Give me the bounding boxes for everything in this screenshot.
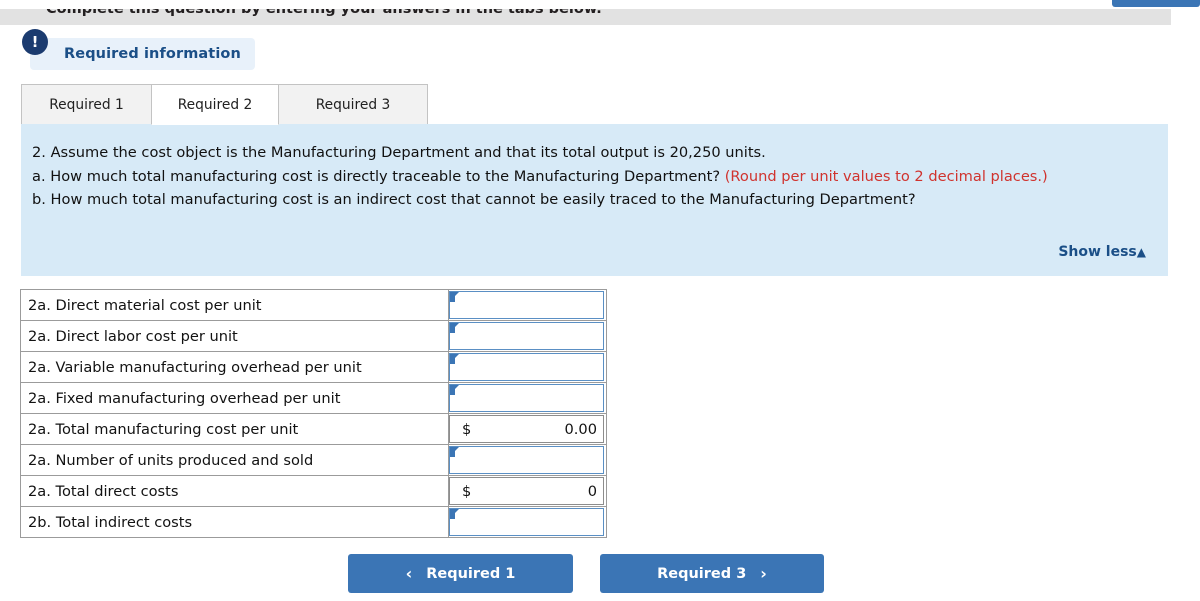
instruction-text: Complete this question by entering your … [46,9,602,17]
row-label: 2a. Direct labor cost per unit [20,320,449,352]
row-value-cell [448,444,607,476]
readonly-value: 0 [587,482,597,500]
row-label: 2a. Direct material cost per unit [20,289,449,321]
question-line-2-black: a. How much total manufacturing cost is … [32,167,725,185]
question-page: Complete this question by entering your … [0,0,1200,601]
show-less-toggle[interactable]: Show less▲ [1058,244,1146,260]
row-label: 2a. Number of units produced and sold [20,444,449,476]
input-total-indirect-costs[interactable] [449,508,604,536]
input-fixed-manufacturing-overhead-per-unit[interactable] [449,384,604,412]
table-row: 2a. Total manufacturing cost per unit $ … [20,413,607,445]
row-value-cell [448,382,607,414]
instruction-strip: Complete this question by entering your … [0,9,1171,25]
row-value-cell [448,320,607,352]
answer-table: 2a. Direct material cost per unit 2a. Di… [20,289,607,538]
currency-symbol: $ [462,482,472,500]
tab-bar: Required 1 Required 2 Required 3 [21,84,1168,125]
previous-required-label: Required 1 [426,565,516,582]
answer-table-body: 2a. Direct material cost per unit 2a. Di… [20,289,607,538]
show-less-label: Show less [1058,244,1137,260]
input-marker-bar-icon [450,510,455,519]
next-required-button[interactable]: Required 3 › [600,554,824,593]
question-line-2-red: (Round per unit values to 2 decimal plac… [724,167,1048,185]
table-row: 2a. Number of units produced and sold [20,444,607,476]
table-row: 2a. Variable manufacturing overhead per … [20,351,607,383]
input-marker-bar-icon [450,386,455,395]
row-value-cell: $ 0.00 [448,413,607,445]
currency-symbol: $ [462,420,472,438]
row-label: 2a. Total direct costs [20,475,449,507]
question-line-1: 2. Assume the cost object is the Manufac… [32,144,766,161]
table-row: 2a. Fixed manufacturing overhead per uni… [20,382,607,414]
input-marker-bar-icon [450,355,455,364]
row-label: 2a. Fixed manufacturing overhead per uni… [20,382,449,414]
tab-required-3[interactable]: Required 3 [278,84,428,125]
input-marker-bar-icon [450,448,455,457]
question-text: 2. Assume the cost object is the Manufac… [32,141,1157,212]
next-required-label: Required 3 [657,565,747,582]
caret-up-icon: ▲ [1136,245,1146,259]
table-row: 2a. Direct material cost per unit [20,289,607,321]
row-value-cell [448,351,607,383]
row-label: 2b. Total indirect costs [20,506,449,538]
question-line-3: b. How much total manufacturing cost is … [32,191,916,208]
tab-required-2[interactable]: Required 2 [151,84,279,125]
row-label: 2a. Total manufacturing cost per unit [20,413,449,445]
table-row: 2b. Total indirect costs [20,506,607,538]
row-value-cell [448,289,607,321]
required-information-pill: Required information [30,38,255,70]
input-marker-bar-icon [450,324,455,333]
exclamation-icon: ! [22,29,48,55]
readonly-value: 0.00 [564,420,598,438]
previous-required-button[interactable]: ‹ Required 1 [348,554,573,593]
tab-required-1-label: Required 1 [49,96,124,113]
tab-required-1[interactable]: Required 1 [21,84,152,125]
row-label: 2a. Variable manufacturing overhead per … [20,351,449,383]
chevron-left-icon: ‹ [405,563,413,583]
readonly-total-direct-costs: $ 0 [449,477,604,505]
top-right-partial-button[interactable] [1112,0,1200,7]
readonly-total-manufacturing-cost-per-unit: $ 0.00 [449,415,604,443]
tab-required-2-label: Required 2 [177,96,253,113]
input-marker-bar-icon [450,293,455,302]
input-variable-manufacturing-overhead-per-unit[interactable] [449,353,604,381]
question-line-2: a. How much total manufacturing cost is … [32,165,1157,189]
row-value-cell: $ 0 [448,475,607,507]
question-panel: 2. Assume the cost object is the Manufac… [21,124,1168,276]
chevron-right-icon: › [760,563,767,583]
input-direct-material-cost-per-unit[interactable] [449,291,604,319]
tab-required-3-label: Required 3 [315,96,391,113]
row-value-cell [448,506,607,538]
input-number-of-units-produced-and-sold[interactable] [449,446,604,474]
table-row: 2a. Direct labor cost per unit [20,320,607,352]
input-direct-labor-cost-per-unit[interactable] [449,322,604,350]
table-row: 2a. Total direct costs $ 0 [20,475,607,507]
required-information-label: Required information [64,46,241,62]
